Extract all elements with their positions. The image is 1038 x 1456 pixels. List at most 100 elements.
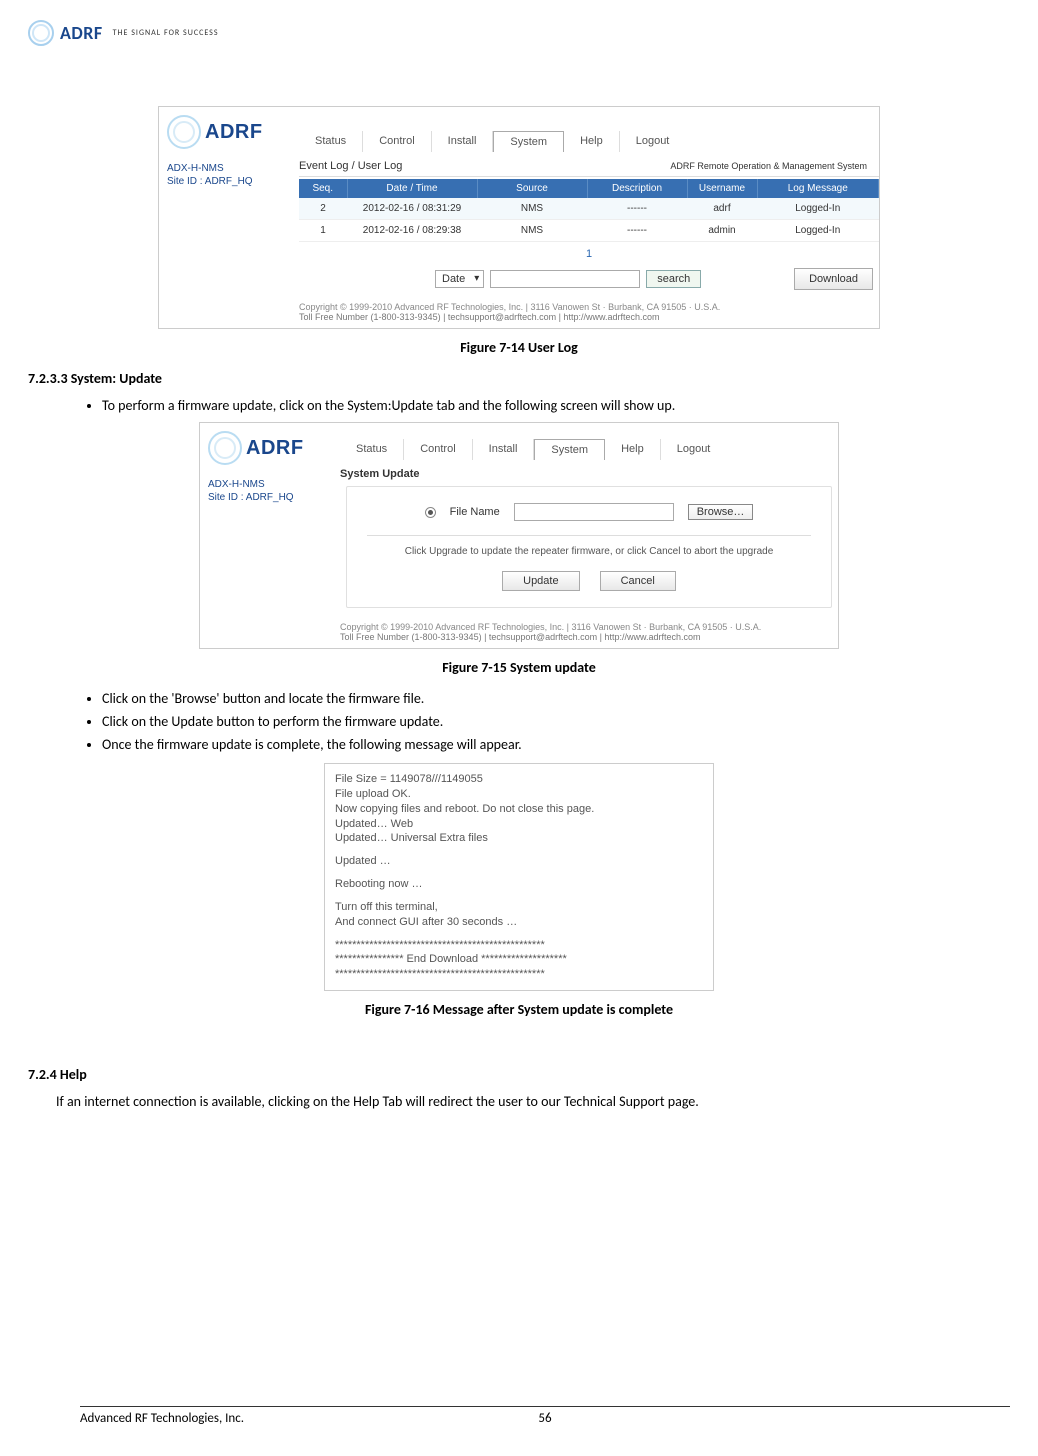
message-line: File upload OK. [335,787,703,802]
table-row: 1 2012-02-16 / 08:29:38 NMS ------ admin… [299,220,879,242]
cancel-button[interactable]: Cancel [600,571,676,591]
bullet-item: To perform a firmware update, click on t… [102,397,1010,414]
cell-dt: 2012-02-16 / 08:31:29 [347,198,477,220]
update-panel: File Name Browse… Click Upgrade to updat… [346,486,832,608]
tab-control[interactable]: Control [363,131,431,152]
update-note: Click Upgrade to update the repeater fir… [367,546,811,557]
browse-button[interactable]: Browse… [688,504,754,520]
message-line [335,892,703,900]
sidebar-line2: Site ID : ADRF_HQ [167,176,299,187]
tab-help[interactable]: Help [564,131,620,152]
th-logmessage: Log Message [757,179,879,198]
fig14-footer: Copyright © 1999-2010 Advanced RF Techno… [299,298,879,328]
cell-desc: ------ [587,220,687,242]
th-datetime: Date / Time [347,179,477,198]
figure-7-16-caption: Figure 7-16 Message after System update … [28,1001,1010,1018]
figure-7-14-screenshot: ADRF ADX-H-NMS Site ID : ADRF_HQ Status … [158,106,880,329]
fig15-tabs: Status Control Install System Help Logou… [340,439,838,460]
logo-tagline: THE SIGNAL FOR SUCCESS [113,28,219,38]
tollfree-text: Toll Free Number (1-800-313-9345) | tech… [299,312,879,322]
fig15-sidebar: ADRF ADX-H-NMS Site ID : ADRF_HQ [200,423,340,648]
message-line [335,869,703,877]
tab-status[interactable]: Status [299,131,363,152]
adrf-brand: ADRF [246,437,304,460]
figure-7-15-screenshot: ADRF ADX-H-NMS Site ID : ADRF_HQ Status … [199,422,839,649]
message-line: **************** End Download **********… [335,952,703,967]
table-row: 2 2012-02-16 / 08:31:29 NMS ------ adrf … [299,198,879,220]
file-radio[interactable] [425,507,436,518]
cell-seq: 1 [299,220,347,242]
message-line: ****************************************… [335,967,703,982]
bullet-item: Once the firmware update is complete, th… [102,736,1010,753]
bullet-item: Click on the Update button to perform th… [102,713,1010,730]
copyright-text: Copyright © 1999-2010 Advanced RF Techno… [340,622,838,632]
message-line: File Size = 1149078///1149055 [335,772,703,787]
heading-7-2-3-3: 7.2.3.3 System: Update [28,370,1010,387]
tab-system[interactable]: System [534,439,605,460]
tab-control[interactable]: Control [404,439,472,460]
update-button[interactable]: Update [502,571,579,591]
message-line [335,846,703,854]
file-name-label: File Name [450,506,500,518]
tab-logout[interactable]: Logout [620,131,686,152]
message-line [335,930,703,938]
cell-src: NMS [477,198,587,220]
bullet-item: Click on the 'Browse' button and locate … [102,690,1010,707]
tab-logout[interactable]: Logout [661,439,727,460]
message-line: And connect GUI after 30 seconds … [335,915,703,930]
message-line: Rebooting now … [335,877,703,892]
adrf-swirl-icon [167,115,201,149]
cell-dt: 2012-02-16 / 08:29:38 [347,220,477,242]
tab-status[interactable]: Status [340,439,404,460]
logo-swirl-icon [28,20,54,46]
cell-src: NMS [477,220,587,242]
tab-help[interactable]: Help [605,439,661,460]
pager[interactable]: 1 [299,242,879,266]
cell-user: admin [687,220,757,242]
th-username: Username [687,179,757,198]
message-line: Updated… Web [335,817,703,832]
page-footer: Advanced RF Technologies, Inc. 56 [80,1406,1010,1426]
fig14-tabs: Status Control Install System Help Logou… [299,131,879,152]
cell-user: adrf [687,198,757,220]
logo-brand: ADRF [60,22,103,44]
sidebar-line1: ADX-H-NMS [167,163,299,174]
search-button[interactable]: search [646,270,701,288]
tab-install[interactable]: Install [473,439,535,460]
figure-7-14-caption: Figure 7-14 User Log [28,339,1010,356]
th-description: Description [587,179,687,198]
tab-install[interactable]: Install [432,131,494,152]
fig14-sidebar: ADRF ADX-H-NMS Site ID : ADRF_HQ [159,107,299,328]
copyright-text: Copyright © 1999-2010 Advanced RF Techno… [299,302,879,312]
tollfree-text: Toll Free Number (1-800-313-9345) | tech… [340,632,838,642]
message-line: ****************************************… [335,938,703,953]
sidebar-line1: ADX-H-NMS [208,479,340,490]
figure-7-16-messagebox: File Size = 1149078///1149055File upload… [324,763,714,991]
heading-7-2-4: 7.2.4 Help [28,1066,1010,1083]
footer-company: Advanced RF Technologies, Inc. [80,1411,244,1426]
help-paragraph: If an internet connection is available, … [28,1093,1010,1110]
cell-msg: Logged-In [757,220,879,242]
cell-seq: 2 [299,198,347,220]
filter-select[interactable]: Date [435,270,484,288]
user-log-table: Seq. Date / Time Source Description User… [299,179,879,242]
th-seq: Seq. [299,179,347,198]
tab-system[interactable]: System [493,131,564,152]
adrf-swirl-icon [208,431,242,465]
figure-7-15-caption: Figure 7-15 System update [28,659,1010,676]
footer-page-number: 56 [538,1411,551,1426]
message-line: Turn off this terminal, [335,900,703,915]
cell-msg: Logged-In [757,198,879,220]
file-name-input[interactable] [514,503,674,521]
fig15-footer: Copyright © 1999-2010 Advanced RF Techno… [340,618,838,648]
th-source: Source [477,179,587,198]
download-button[interactable]: Download [794,268,873,290]
filter-text-input[interactable] [490,270,640,288]
message-line: Now copying files and reboot. Do not clo… [335,802,703,817]
sidebar-line2: Site ID : ADRF_HQ [208,492,340,503]
adrf-brand: ADRF [205,121,263,144]
page-header-logo: ADRF THE SIGNAL FOR SUCCESS [28,20,1010,46]
message-line: Updated … [335,854,703,869]
remote-system-label: ADRF Remote Operation & Management Syste… [670,161,867,171]
cell-desc: ------ [587,198,687,220]
